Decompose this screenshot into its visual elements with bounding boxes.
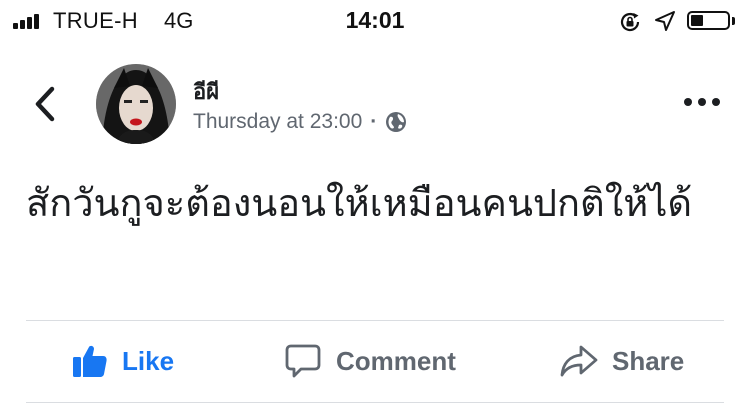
- author-name[interactable]: อีผี: [193, 74, 219, 109]
- share-arrow-icon: [560, 345, 598, 377]
- comment-icon: [285, 344, 321, 378]
- chevron-left-icon: [35, 86, 55, 122]
- like-label: Like: [122, 345, 175, 376]
- battery-icon: [687, 11, 730, 30]
- comment-label: Comment: [336, 345, 456, 376]
- post-timestamp[interactable]: Thursday at 23:00: [193, 110, 362, 134]
- post-text: สักวันกูจะต้องนอนให้เหมือนคนปกติให้ได้: [26, 183, 693, 225]
- back-button[interactable]: [30, 84, 66, 124]
- share-label: Share: [612, 345, 685, 376]
- orientation-lock-icon: [620, 12, 640, 32]
- profile-photo: [96, 64, 176, 144]
- like-button[interactable]: Like: [72, 338, 174, 384]
- share-button[interactable]: Share: [560, 338, 684, 384]
- thumbs-up-icon: [73, 345, 107, 377]
- location-icon: [655, 11, 675, 31]
- meta-separator: ·: [370, 110, 378, 133]
- divider: [26, 402, 724, 403]
- comment-button[interactable]: Comment: [284, 338, 456, 384]
- status-bar: TRUE-H 4G 14:01: [0, 0, 750, 44]
- post-meta: Thursday at 23:00 ·: [193, 110, 407, 134]
- more-options-button[interactable]: [682, 95, 722, 109]
- avatar[interactable]: [96, 64, 176, 144]
- globe-icon: [386, 112, 407, 132]
- divider: [26, 320, 724, 321]
